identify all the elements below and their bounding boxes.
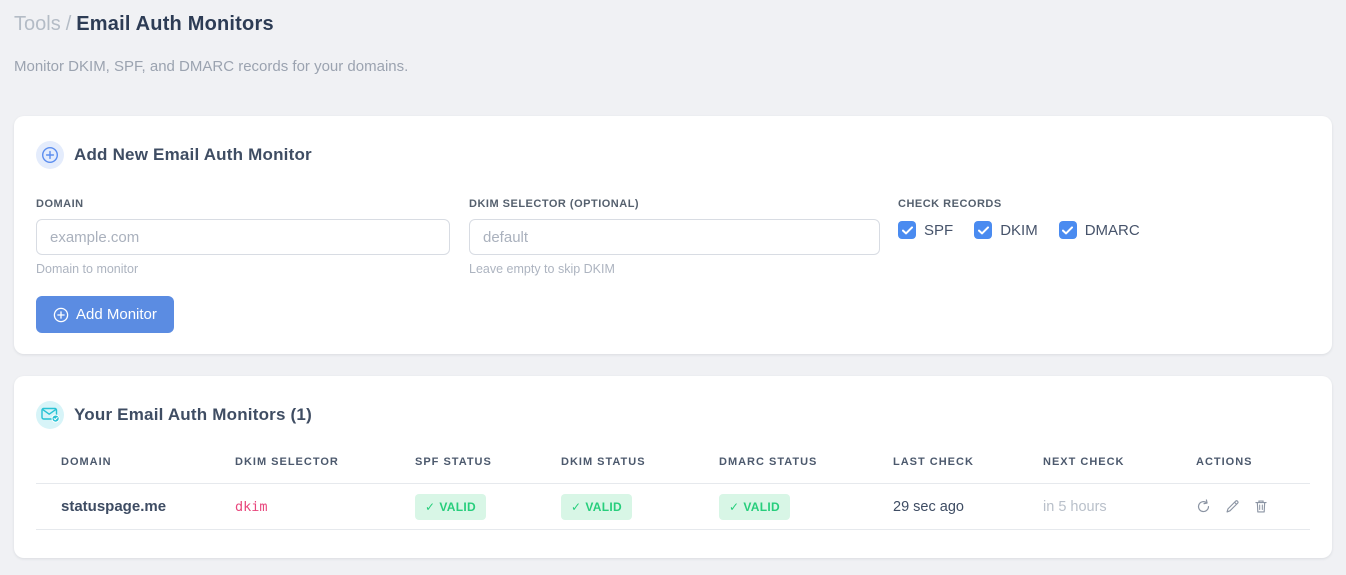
col-header-last-check: LAST CHECK — [868, 450, 1018, 484]
col-header-domain: DOMAIN — [36, 450, 210, 484]
monitors-card-title: Your Email Auth Monitors (1) — [74, 405, 312, 424]
check-glyph: ✓ — [571, 499, 582, 514]
dmarc-status-text: VALID — [743, 499, 780, 514]
add-monitor-form: DOMAIN Domain to monitor DKIM SELECTOR (… — [36, 198, 1310, 276]
add-monitor-card-header: Add New Email Auth Monitor — [36, 141, 1310, 169]
trash-icon — [1254, 499, 1268, 514]
breadcrumb-separator: / — [65, 13, 72, 35]
add-monitor-card-title: Add New Email Auth Monitor — [74, 145, 312, 164]
col-header-dmarc-status: DMARC STATUS — [694, 450, 868, 484]
refresh-button[interactable] — [1196, 499, 1211, 514]
monitor-dkim-selector: dkim — [210, 483, 390, 530]
dkim-selector-field-group: DKIM SELECTOR (OPTIONAL) Leave empty to … — [469, 198, 880, 276]
breadcrumb: Tools / Email Auth Monitors — [14, 12, 1332, 36]
refresh-icon — [1196, 499, 1211, 514]
plus-circle-icon — [36, 141, 64, 169]
breadcrumb-tools-link[interactable]: Tools — [14, 13, 61, 35]
spf-status-badge: ✓ VALID — [415, 493, 486, 520]
col-header-next-check: NEXT CHECK — [1018, 450, 1171, 484]
check-glyph: ✓ — [425, 499, 436, 514]
add-monitor-button-label: Add Monitor — [76, 306, 157, 323]
monitors-table: DOMAIN DKIM SELECTOR SPF STATUS DKIM STA… — [36, 450, 1310, 530]
col-header-spf-status: SPF STATUS — [390, 450, 536, 484]
dkim-checkbox[interactable]: DKIM — [974, 221, 1038, 239]
domain-field-label: DOMAIN — [36, 198, 84, 210]
dkim-status-badge: ✓ VALID — [561, 493, 632, 520]
spf-checkbox[interactable]: SPF — [898, 221, 953, 239]
domain-field-group: DOMAIN Domain to monitor — [36, 198, 450, 276]
add-monitor-button[interactable]: Add Monitor — [36, 296, 174, 333]
spf-status-text: VALID — [439, 499, 476, 514]
spf-checkbox-label: SPF — [924, 221, 954, 239]
checkbox-checked-icon — [974, 221, 993, 239]
mail-check-icon — [36, 401, 64, 429]
check-records-items: SPF DKIM DMARC — [898, 221, 1161, 239]
page-subtitle: Monitor DKIM, SPF, and DMARC records for… — [14, 58, 409, 75]
monitor-next-check: in 5 hours — [1018, 483, 1171, 530]
domain-field-helper: Domain to monitor — [36, 262, 139, 276]
col-header-actions: ACTIONS — [1171, 450, 1310, 484]
monitors-card-header: Your Email Auth Monitors (1) — [36, 401, 1310, 429]
domain-input[interactable] — [36, 219, 450, 255]
delete-button[interactable] — [1254, 499, 1268, 514]
dmarc-checkbox[interactable]: DMARC — [1058, 221, 1140, 239]
col-header-dkim-selector: DKIM SELECTOR — [210, 450, 390, 484]
check-records-label: CHECK RECORDS — [898, 198, 1002, 210]
dmarc-checkbox-label: DMARC — [1084, 221, 1140, 239]
dkim-selector-input[interactable] — [469, 219, 880, 255]
row-actions — [1196, 499, 1310, 514]
add-monitor-card: Add New Email Auth Monitor DOMAIN Domain… — [14, 116, 1332, 354]
monitor-dmarc-status-cell: ✓ VALID — [694, 483, 868, 530]
monitor-spf-status-cell: ✓ VALID — [390, 483, 536, 530]
dkim-checkbox-label: DKIM — [1000, 221, 1038, 239]
edit-button[interactable] — [1225, 499, 1240, 514]
table-header-row: DOMAIN DKIM SELECTOR SPF STATUS DKIM STA… — [36, 450, 1310, 484]
pencil-icon — [1225, 499, 1240, 514]
page-header: Tools / Email Auth Monitors Monitor DKIM, … — [0, 0, 1346, 76]
monitors-card: Your Email Auth Monitors (1) DOMAIN DKIM… — [14, 376, 1332, 558]
dkim-selector-field-helper: Leave empty to skip DKIM — [469, 262, 615, 276]
monitor-domain: statuspage.me — [36, 483, 210, 530]
monitor-dkim-status-cell: ✓ VALID — [536, 483, 694, 530]
page-title: Email Auth Monitors — [76, 13, 274, 35]
monitor-actions-cell — [1171, 483, 1310, 530]
dmarc-status-badge: ✓ VALID — [719, 493, 790, 520]
table-row: statuspage.me dkim ✓ VALID ✓ VALID ✓ VALID … — [36, 483, 1310, 530]
col-header-dkim-status: DKIM STATUS — [536, 450, 694, 484]
dkim-status-text: VALID — [585, 499, 622, 514]
checkbox-checked-icon — [1058, 221, 1077, 239]
check-glyph: ✓ — [729, 499, 740, 514]
plus-circle-icon — [53, 307, 69, 323]
monitor-last-check: 29 sec ago — [868, 483, 1018, 530]
check-records-group: CHECK RECORDS SPF DKIM DMARC — [898, 198, 1161, 239]
checkbox-checked-icon — [898, 221, 916, 239]
dkim-selector-field-label: DKIM SELECTOR (OPTIONAL) — [469, 198, 640, 210]
